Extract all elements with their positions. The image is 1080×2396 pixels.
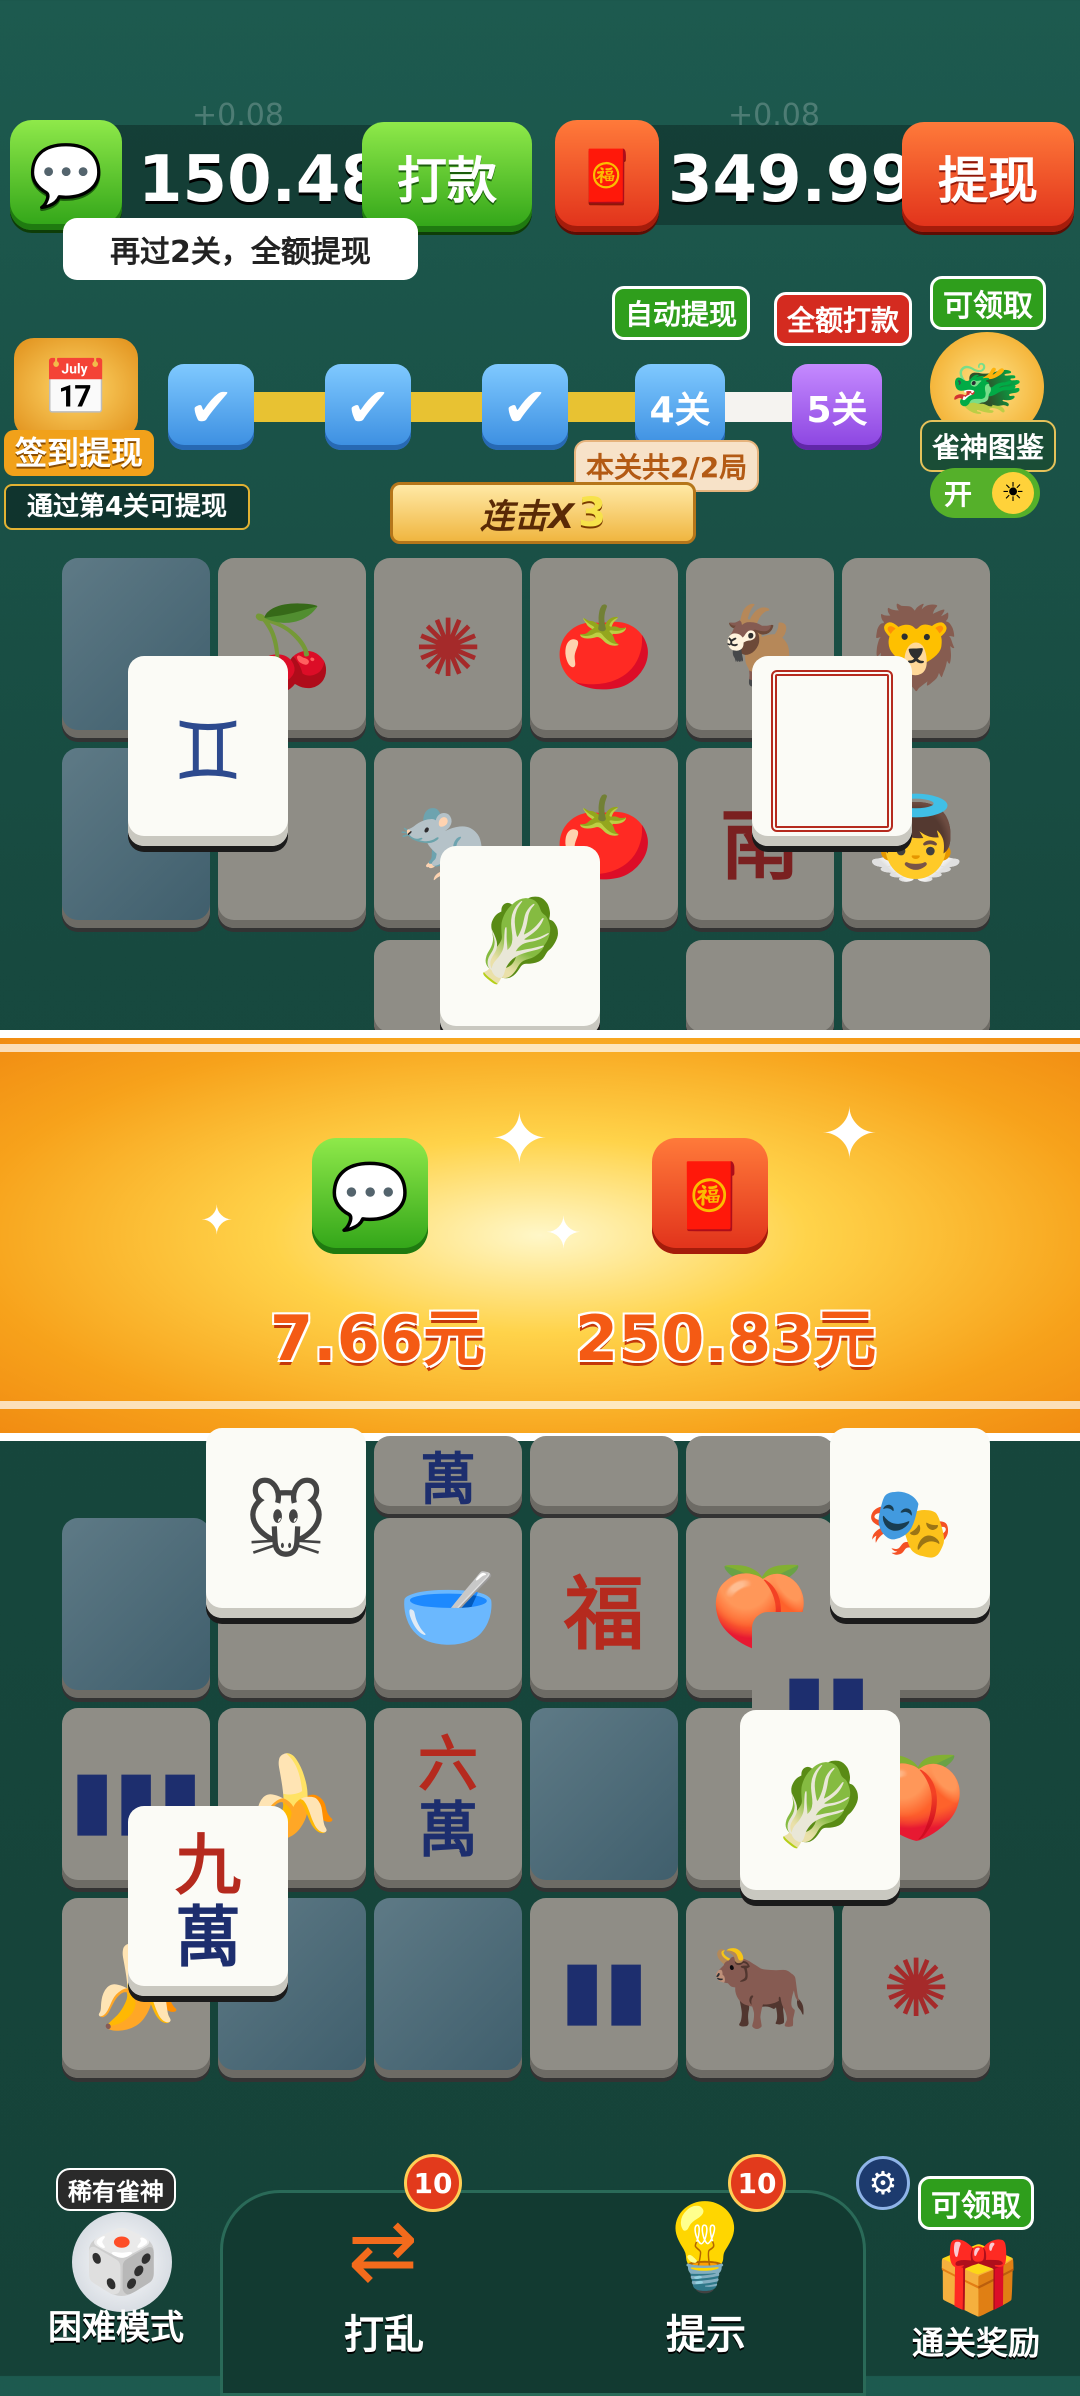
tile-nine-wan[interactable]: 九 萬 (128, 1806, 288, 1996)
level-1-check: ✔ (168, 364, 254, 450)
combo-label: 连击X (479, 496, 575, 537)
tile-rat[interactable]: 🐭 (206, 1428, 366, 1618)
tile[interactable]: 萬 (374, 1436, 522, 1514)
banner-redpacket-value: 250.83元 (575, 1302, 877, 1375)
tile-wan: 萬 (420, 1446, 476, 1513)
tile-opera[interactable]: 🎭 (830, 1428, 990, 1618)
tile[interactable]: ▮▮ (530, 1898, 678, 2078)
tile[interactable] (686, 1436, 834, 1514)
sparkle-icon: ✦ (200, 1198, 234, 1244)
redpacket-amount: 349.99 (668, 143, 915, 217)
hard-mode-label[interactable]: 困难模式 (48, 2300, 184, 2349)
toggle-label: 开 (944, 478, 973, 511)
level-3-check: ✔ (482, 364, 568, 450)
banner-redpacket-icon: 🧧 (652, 1138, 768, 1254)
level-2-check: ✔ (325, 364, 411, 450)
sparkle-icon: ✦ (545, 1208, 582, 1259)
pay-button[interactable]: 打款 (362, 122, 532, 232)
tile[interactable]: ✺ (842, 1898, 990, 2078)
shuffle-count: 10 (404, 2154, 462, 2212)
tile[interactable]: 🍅 (530, 558, 678, 738)
tile-six-big: 六 (418, 1730, 478, 1800)
banner-stripe (0, 1401, 1080, 1409)
shuffle-label[interactable]: 打乱 (344, 2302, 424, 2360)
auto-withdraw-flag: 自动提现 (612, 286, 751, 340)
tile[interactable] (530, 1436, 678, 1514)
tile[interactable] (686, 940, 834, 1040)
tile[interactable] (62, 1518, 210, 1698)
tile-frame[interactable] (752, 656, 912, 846)
banner-wechat-value: 7.66元 (270, 1302, 485, 1375)
album-claim-badge[interactable]: 可领取 (930, 276, 1046, 330)
clear-reward-label[interactable]: 通关奖励 (912, 2318, 1040, 2364)
tile[interactable]: ✺ (374, 558, 522, 738)
tile[interactable]: 🥣 (374, 1518, 522, 1698)
rare-label: 稀有雀神 (56, 2168, 176, 2211)
checkin-icon[interactable]: 📅 (14, 338, 138, 438)
combo-bar: 连击X 3 (390, 482, 696, 544)
combo-count: 3 (578, 490, 607, 536)
tile[interactable] (374, 1898, 522, 2078)
wechat-amount: 150.48 (138, 143, 385, 217)
gift-icon[interactable]: 🎁 (918, 2232, 1038, 2324)
checkin-note: 通过第4关可提现 (4, 484, 250, 530)
tile-twins[interactable]: ♊ (128, 656, 288, 846)
level-5: 5关 (792, 364, 882, 450)
wechat-delta: +0.08 (192, 98, 284, 133)
album-label[interactable]: 雀神图鉴 (920, 420, 1057, 472)
reward-claim-badge[interactable]: 可领取 (918, 2176, 1034, 2230)
album-toggle[interactable]: 开 ☀ (930, 468, 1040, 518)
bottom-panel (220, 2190, 866, 2396)
frame-graphic (771, 670, 893, 832)
reward-banner: ✦ ✦ ✦ ✦ 💬 🧧 7.66元 250.83元 (0, 1030, 1080, 1441)
withdraw-button[interactable]: 提现 (902, 122, 1074, 232)
hint-count: 10 (728, 2154, 786, 2212)
full-pay-flag: 全额打款 (774, 292, 913, 346)
tile-nine-small: 萬 (175, 1898, 241, 1976)
tile-fu: 福 (564, 1567, 644, 1661)
hard-mode-icon[interactable]: 🎲 (72, 2212, 172, 2312)
hint-label[interactable]: 提示 (666, 2302, 746, 2360)
tile-six-small: 萬 (418, 1796, 478, 1866)
wechat-icon: 💬 (10, 120, 122, 230)
checkin-label[interactable]: 签到提现 (4, 430, 154, 476)
banner-wechat-icon: 💬 (312, 1138, 428, 1254)
redpacket-icon: 🧧 (555, 120, 659, 232)
sun-icon: ☀ (992, 472, 1034, 514)
tile[interactable]: 🐂 (686, 1898, 834, 2078)
tile-nine-big: 九 (175, 1826, 241, 1904)
level-4: 4关 (635, 364, 725, 450)
withdraw-tip: 再过2关，全额提现 (63, 218, 418, 280)
banner-stripe (0, 1044, 1080, 1052)
sparkle-icon: ✦ (820, 1093, 879, 1175)
sparkle-icon: ✦ (490, 1098, 549, 1180)
tile[interactable] (530, 1708, 678, 1888)
tile[interactable] (842, 940, 990, 1040)
tile-cabbage[interactable]: 🥬 (440, 846, 600, 1036)
tile[interactable]: 福 (530, 1518, 678, 1698)
settings-icon[interactable]: ⚙ (856, 2156, 910, 2210)
redpacket-delta: +0.08 (728, 98, 820, 133)
tile[interactable]: 六 萬 (374, 1708, 522, 1888)
tile-cabbage-2[interactable]: 🥬 (740, 1710, 900, 1900)
shuffle-icon[interactable]: ⇄ (318, 2200, 448, 2300)
